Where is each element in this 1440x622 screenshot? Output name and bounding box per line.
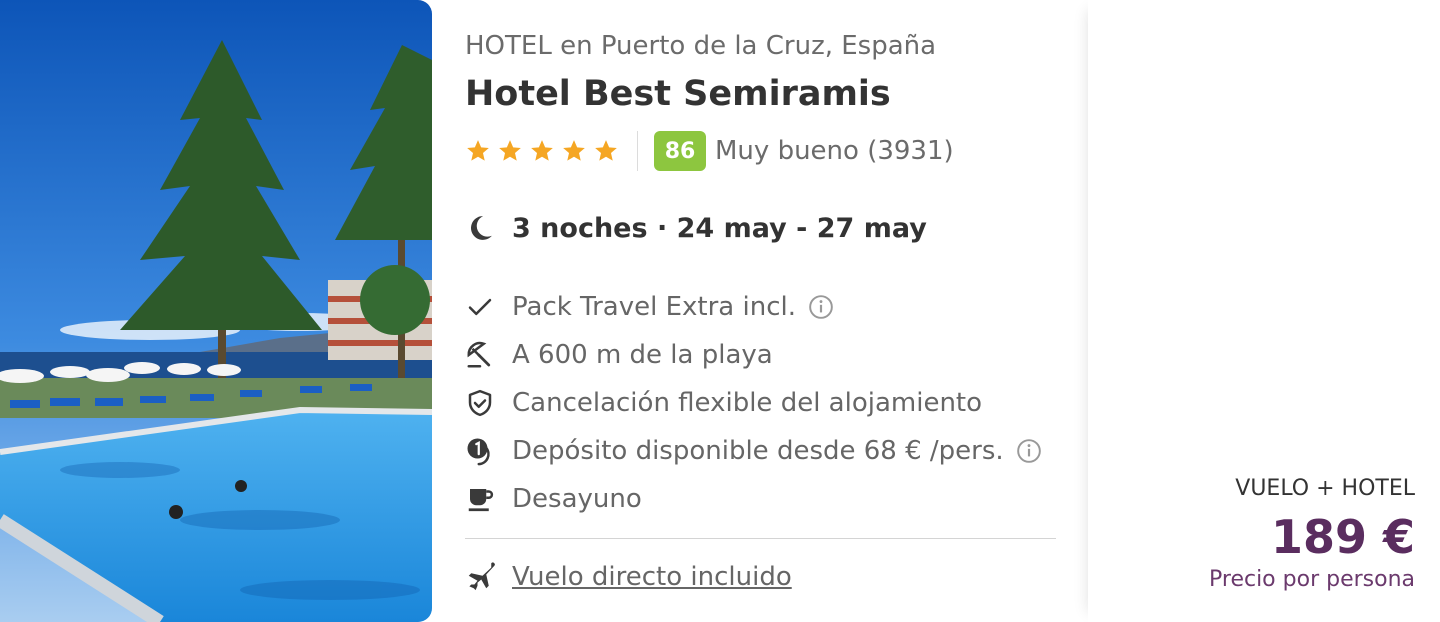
check-icon [468, 298, 492, 316]
flight-info: Vuelo directo incluido [465, 557, 792, 597]
shield-check-icon [468, 389, 492, 417]
star-icon [499, 140, 521, 161]
rating-divider [637, 131, 638, 171]
rating-row: 86 Muy bueno (3931) [465, 130, 954, 172]
feature-pack-travel: Pack Travel Extra incl. [465, 287, 834, 327]
hotel-name[interactable]: Hotel Best Semiramis [465, 74, 891, 114]
hotel-stars [465, 138, 619, 164]
moon-icon [471, 216, 492, 240]
info-icon[interactable] [808, 294, 834, 320]
star-icon [467, 140, 489, 161]
deposit-icon [467, 438, 490, 466]
feature-flexible-cancellation: Cancelación flexible del alojamiento [465, 383, 982, 423]
hotel-photo-image [0, 0, 432, 622]
star-icon [531, 140, 553, 161]
plane-icon [468, 562, 495, 591]
price-amount: 189 € [1270, 510, 1415, 564]
feature-breakfast: Desayuno [465, 479, 642, 519]
star-icon [595, 140, 617, 161]
beach-umbrella-icon [467, 341, 491, 368]
feature-label: Pack Travel Extra incl. [512, 292, 796, 322]
feature-label: A 600 m de la playa [512, 340, 773, 370]
price-per-person-label: Precio por persona [1209, 567, 1415, 592]
coffee-cup-icon [468, 489, 494, 512]
info-icon[interactable] [1016, 438, 1042, 464]
star-icon [563, 140, 585, 161]
feature-label: Depósito disponible desde 68 € /pers. [512, 436, 1004, 466]
package-type-label: VUELO + HOTEL [1235, 476, 1415, 501]
feature-label: Desayuno [512, 484, 642, 514]
stay-dates: 3 noches · 24 may - 27 may [465, 208, 927, 248]
feature-deposit: Depósito disponible desde 68 € /pers. [465, 431, 1042, 471]
hotel-info: HOTEL en Puerto de la Cruz, España Hotel… [465, 0, 1060, 622]
feature-beach-distance: A 600 m de la playa [465, 335, 773, 375]
stay-dates-text: 3 noches · 24 may - 27 may [512, 212, 927, 244]
review-score-badge: 86 [654, 131, 706, 171]
feature-label: Cancelación flexible del alojamiento [512, 388, 983, 418]
direct-flight-link[interactable]: Vuelo directo incluido [512, 562, 792, 592]
hotel-photo[interactable] [0, 0, 432, 622]
hotel-result-card[interactable]: HOTEL en Puerto de la Cruz, España Hotel… [0, 0, 1440, 622]
price-panel[interactable]: VUELO + HOTEL 189 € Precio por persona [1088, 0, 1440, 622]
review-score-label[interactable]: Muy bueno (3931) [715, 136, 954, 166]
section-divider [465, 538, 1056, 539]
hotel-location: HOTEL en Puerto de la Cruz, España [465, 31, 937, 61]
